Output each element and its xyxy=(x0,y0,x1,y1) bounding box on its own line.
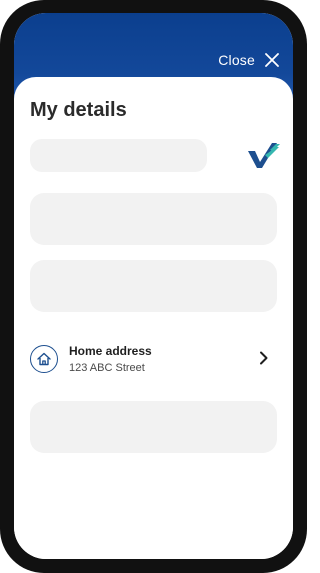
checkmark-logo-icon xyxy=(248,143,280,168)
device-frame: Close My details Home address 123 ABC St… xyxy=(0,0,307,573)
placeholder-card xyxy=(30,260,277,312)
details-sheet: My details Home address 123 ABC Street xyxy=(14,77,293,559)
home-address-title: Home address xyxy=(69,344,152,358)
page-title: My details xyxy=(30,99,127,121)
home-address-row[interactable]: Home address 123 ABC Street xyxy=(30,343,277,377)
placeholder-bar xyxy=(30,139,207,172)
close-label: Close xyxy=(218,52,255,68)
home-icon xyxy=(37,352,51,366)
placeholder-card xyxy=(30,401,277,453)
home-icon-circle xyxy=(30,345,58,373)
chevron-right-icon xyxy=(260,351,268,365)
screen: Close My details Home address 123 ABC St… xyxy=(14,13,293,559)
placeholder-card xyxy=(30,193,277,245)
close-icon xyxy=(265,53,279,67)
close-button[interactable]: Close xyxy=(218,50,279,70)
home-address-value: 123 ABC Street xyxy=(69,362,145,374)
